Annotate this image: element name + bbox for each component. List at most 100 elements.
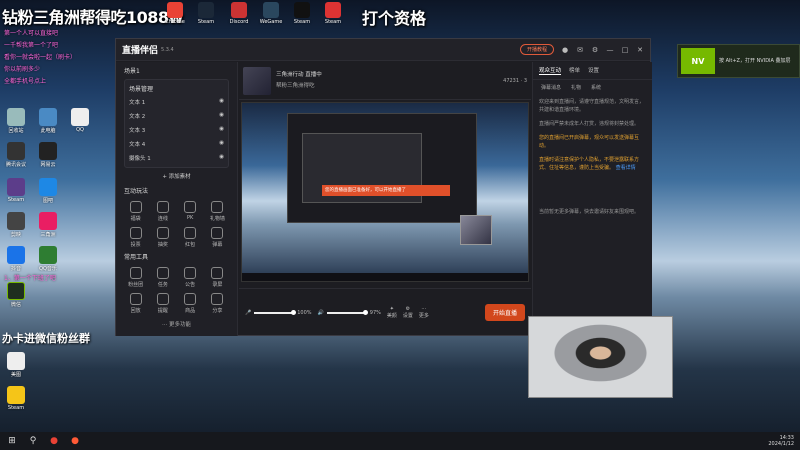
subtab-system[interactable]: 系统 <box>591 84 601 91</box>
desktop-shortcut[interactable]: 抖音 <box>2 246 30 272</box>
tool-button[interactable]: 提醒 <box>149 291 176 314</box>
taskbar: ⊞ ⚲ ● ● 14:33 2024/1/12 <box>0 432 800 450</box>
tool-button[interactable]: 回放 <box>122 291 149 314</box>
tool-button[interactable]: 抽奖 <box>149 225 176 248</box>
tab-audience[interactable]: 观众互动 <box>539 66 562 75</box>
desktop-shortcut[interactable]: 剪映 <box>2 212 30 238</box>
tool-button[interactable]: 红包 <box>177 225 204 248</box>
desktop-shortcut[interactable]: Steam <box>320 2 346 25</box>
tool-button[interactable]: 粉丝团 <box>122 265 149 288</box>
tab-ranking[interactable]: 榜单 <box>569 66 580 75</box>
desktop-shortcut[interactable]: QQ音乐 <box>34 246 62 272</box>
eye-icon[interactable]: ◉ <box>219 112 224 120</box>
message-icon[interactable]: ✉ <box>576 46 584 54</box>
pink-note: 1、第一个下班了吧 <box>4 275 56 282</box>
scene-title[interactable]: 场景1 <box>116 62 237 79</box>
desktop-shortcut[interactable]: Discord <box>226 2 252 25</box>
app-icon <box>7 282 25 300</box>
desktop-shortcut[interactable]: 此电脑 <box>34 108 62 134</box>
desktop-shortcut[interactable]: Chrome <box>162 2 188 25</box>
tab-settings[interactable]: 设置 <box>588 66 599 75</box>
tool-button[interactable]: 公告 <box>177 265 204 288</box>
chrome-taskbar-icon[interactable]: ● <box>48 435 60 447</box>
eye-icon[interactable]: ◉ <box>219 140 224 148</box>
desktop-shortcut[interactable]: Steam <box>289 2 315 25</box>
live-app-taskbar-icon[interactable]: ● <box>69 435 81 447</box>
desktop-shortcut[interactable]: 微信 <box>2 282 30 308</box>
subtab-gift[interactable]: 礼物 <box>571 84 581 91</box>
tool-button[interactable]: 录屏 <box>204 265 231 288</box>
stream-info-bar: 三角洲行动 直播中 帮粉三角洲得吃 47231 · 3 <box>239 62 531 100</box>
shortcut-label: 回收站 <box>8 128 24 134</box>
close-icon[interactable]: ✕ <box>636 46 644 54</box>
eye-icon[interactable]: ◉ <box>219 98 224 106</box>
beauty-button[interactable]: ✦ 美颜 <box>387 306 397 319</box>
more-button[interactable]: ⋯ 更多 <box>419 306 429 319</box>
desktop-shortcut[interactable]: 图吧 <box>34 178 62 204</box>
mic-volume-value: 100% <box>297 309 312 316</box>
avatar[interactable]: ● <box>561 46 569 54</box>
desktop-shortcut[interactable]: 回收站 <box>2 108 30 134</box>
windows-start-icon[interactable]: ⊞ <box>6 435 18 447</box>
tool-button[interactable]: 分享 <box>204 291 231 314</box>
source-item[interactable]: 摄像头 1 ◉ <box>129 151 224 165</box>
desktop-shortcut[interactable]: WeGame <box>258 2 284 25</box>
desktop-shortcut[interactable]: Steam <box>193 2 219 25</box>
add-source-button[interactable]: + 添加素材 <box>116 168 237 182</box>
shortcut-label: 抖音 <box>10 266 21 272</box>
source-item[interactable]: 文本 4 ◉ <box>129 137 224 151</box>
eye-icon[interactable]: ◉ <box>219 154 224 162</box>
tool-button[interactable]: 福袋 <box>122 199 149 222</box>
tool-button[interactable]: 投票 <box>122 225 149 248</box>
stream-cover-thumbnail[interactable] <box>243 66 271 95</box>
tool-button[interactable]: 弹幕 <box>204 225 231 248</box>
tool-button[interactable]: 连线 <box>149 199 176 222</box>
stream-overlay-title: 钻粉三角洲帮得吃1088w <box>2 8 183 27</box>
details-link[interactable]: 查看详情 <box>616 165 636 171</box>
start-live-button[interactable]: 开始直播 <box>484 304 525 321</box>
app-icon <box>39 178 57 196</box>
subtab-danmaku[interactable]: 弹幕消息 <box>541 84 561 91</box>
shortcut-label: Steam <box>7 197 25 203</box>
system-tray[interactable]: 14:33 2024/1/12 <box>768 435 794 447</box>
maximize-icon[interactable]: □ <box>621 46 629 54</box>
desktop-shortcut[interactable]: 三角洲 <box>34 212 62 238</box>
settings-button[interactable]: ⚙ 设置 <box>403 306 413 319</box>
desktop-shortcut[interactable]: Steam <box>2 386 30 411</box>
stream-preview[interactable]: 您的直播画面已准备好，可以开始直播了 <box>241 102 529 282</box>
minimize-icon[interactable]: — <box>606 46 614 54</box>
source-item[interactable]: 文本 3 ◉ <box>129 123 224 137</box>
nvidia-overlay-toast[interactable]: NV 按 Alt+Z，打开 NVIDIA 叠加层 <box>677 44 800 78</box>
source-item[interactable]: 文本 2 ◉ <box>129 109 224 123</box>
search-icon[interactable]: ⚲ <box>27 435 39 447</box>
mic-volume[interactable]: 🎤 100% <box>245 309 312 316</box>
eye-icon[interactable]: ◉ <box>219 126 224 134</box>
speaker-icon[interactable]: 🔊 <box>318 310 324 316</box>
tool-button[interactable]: 任务 <box>149 265 176 288</box>
mic-icon[interactable]: 🎤 <box>245 310 251 316</box>
stream-title[interactable]: 三角洲行动 直播中 <box>276 70 322 81</box>
gift-wall-icon <box>211 201 224 213</box>
computer-icon <box>39 108 57 126</box>
app-icon <box>294 2 310 18</box>
system-volume[interactable]: 🔊 97% <box>318 309 381 316</box>
desktop-shortcut[interactable]: 腾讯会议 <box>2 142 30 168</box>
nvidia-toast-text: 按 Alt+Z，打开 NVIDIA 叠加层 <box>719 58 791 64</box>
desktop-shortcut[interactable]: QQ <box>66 108 94 133</box>
tool-button[interactable]: PK <box>177 199 204 222</box>
desktop-shortcut[interactable]: 网易云 <box>34 142 62 168</box>
source-item[interactable]: 文本 1 ◉ <box>129 95 224 109</box>
desktop-shortcut[interactable]: 美图 <box>2 352 30 378</box>
system-slider[interactable] <box>326 309 368 315</box>
tool-button[interactable]: 礼物墙 <box>204 199 231 222</box>
mic-slider[interactable] <box>254 309 297 315</box>
app-icon <box>167 2 183 18</box>
more-features-button[interactable]: ··· 更多功能 <box>116 314 237 334</box>
pink-note: 第一个人可以直接吧 <box>4 30 59 37</box>
chat-message: 直播间严禁未成年人打赏，违规将封禁处理。 <box>539 121 640 127</box>
tool-button[interactable]: 商品 <box>177 291 204 314</box>
tutorial-button[interactable]: 开播教程 <box>519 44 554 55</box>
right-panel: 观众互动 榜单 设置 弹幕消息 礼物 系统 欢迎来到直播间，请遵守直播规范，文明… <box>532 62 652 336</box>
settings-icon[interactable]: ⚙ <box>591 46 599 54</box>
desktop-shortcut[interactable]: Steam <box>2 178 30 203</box>
